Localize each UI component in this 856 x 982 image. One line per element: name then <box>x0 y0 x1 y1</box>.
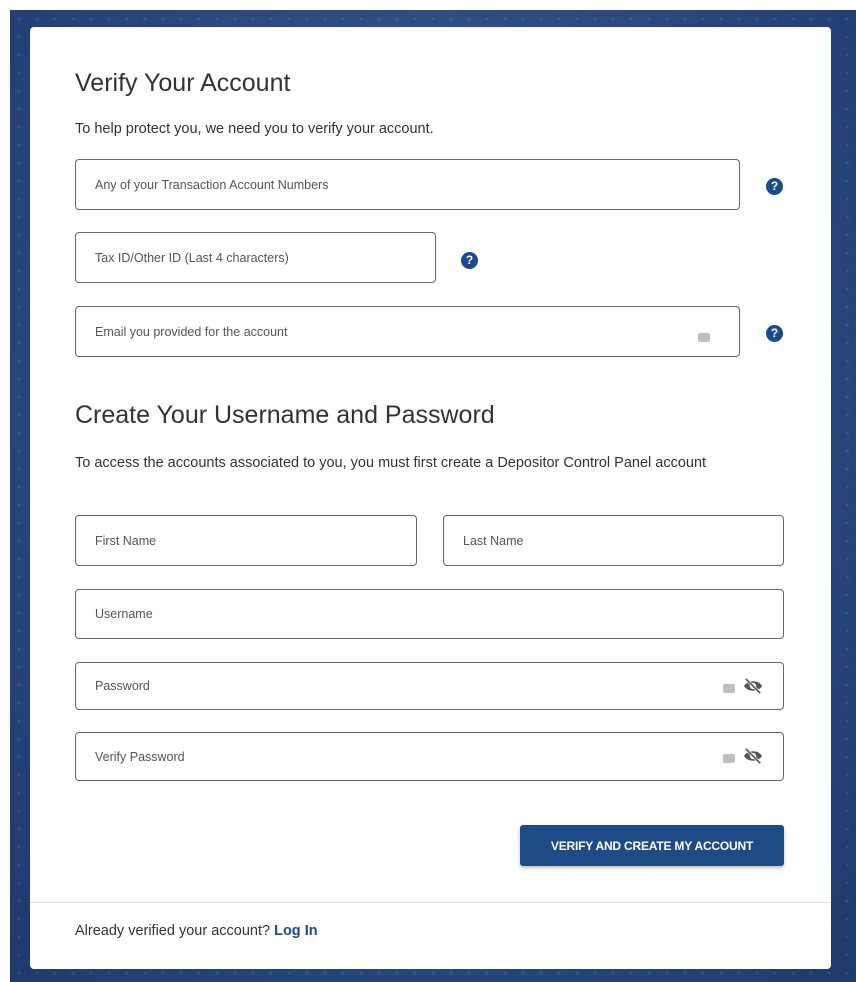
verify-create-account-button[interactable]: VERIFY AND CREATE MY ACCOUNT <box>520 825 784 866</box>
keyboard-autofill-icon[interactable] <box>723 754 735 763</box>
keyboard-autofill-icon[interactable] <box>698 333 710 342</box>
password-field[interactable] <box>75 662 784 710</box>
eye-slash-icon[interactable] <box>742 747 764 765</box>
question-circle-icon[interactable]: ? <box>461 252 478 269</box>
verify-password-field[interactable] <box>75 732 784 781</box>
eye-slash-icon[interactable] <box>742 677 764 695</box>
first-name-field[interactable] <box>75 515 417 566</box>
email-input[interactable] <box>93 307 689 356</box>
create-section-description: To access the accounts associated to you… <box>75 455 707 471</box>
verify-section-description: To help protect you, we need you to veri… <box>75 121 434 137</box>
login-link[interactable]: Log In <box>274 923 318 939</box>
last-name-field[interactable] <box>443 515 784 566</box>
signup-card: Verify Your Account To help protect you,… <box>30 27 831 969</box>
first-name-input[interactable] <box>93 516 366 565</box>
verify-section-title: Verify Your Account <box>75 69 291 97</box>
footer: Already verified your account? Log In <box>75 923 318 939</box>
footer-text: Already verified your account? <box>75 923 271 939</box>
account-number-input[interactable] <box>93 160 689 209</box>
password-input[interactable] <box>93 663 733 709</box>
question-circle-icon[interactable]: ? <box>766 325 783 342</box>
username-field[interactable] <box>75 589 784 639</box>
account-number-field[interactable] <box>75 159 740 210</box>
tax-id-field[interactable] <box>75 232 436 283</box>
last-name-input[interactable] <box>461 516 733 565</box>
email-field[interactable] <box>75 306 740 357</box>
verify-password-input[interactable] <box>93 733 733 780</box>
tax-id-input[interactable] <box>93 233 385 282</box>
question-circle-icon[interactable]: ? <box>766 178 783 195</box>
footer-divider <box>30 902 831 903</box>
keyboard-autofill-icon[interactable] <box>723 684 735 693</box>
create-section-title: Create Your Username and Password <box>75 401 495 429</box>
username-input[interactable] <box>93 590 733 638</box>
